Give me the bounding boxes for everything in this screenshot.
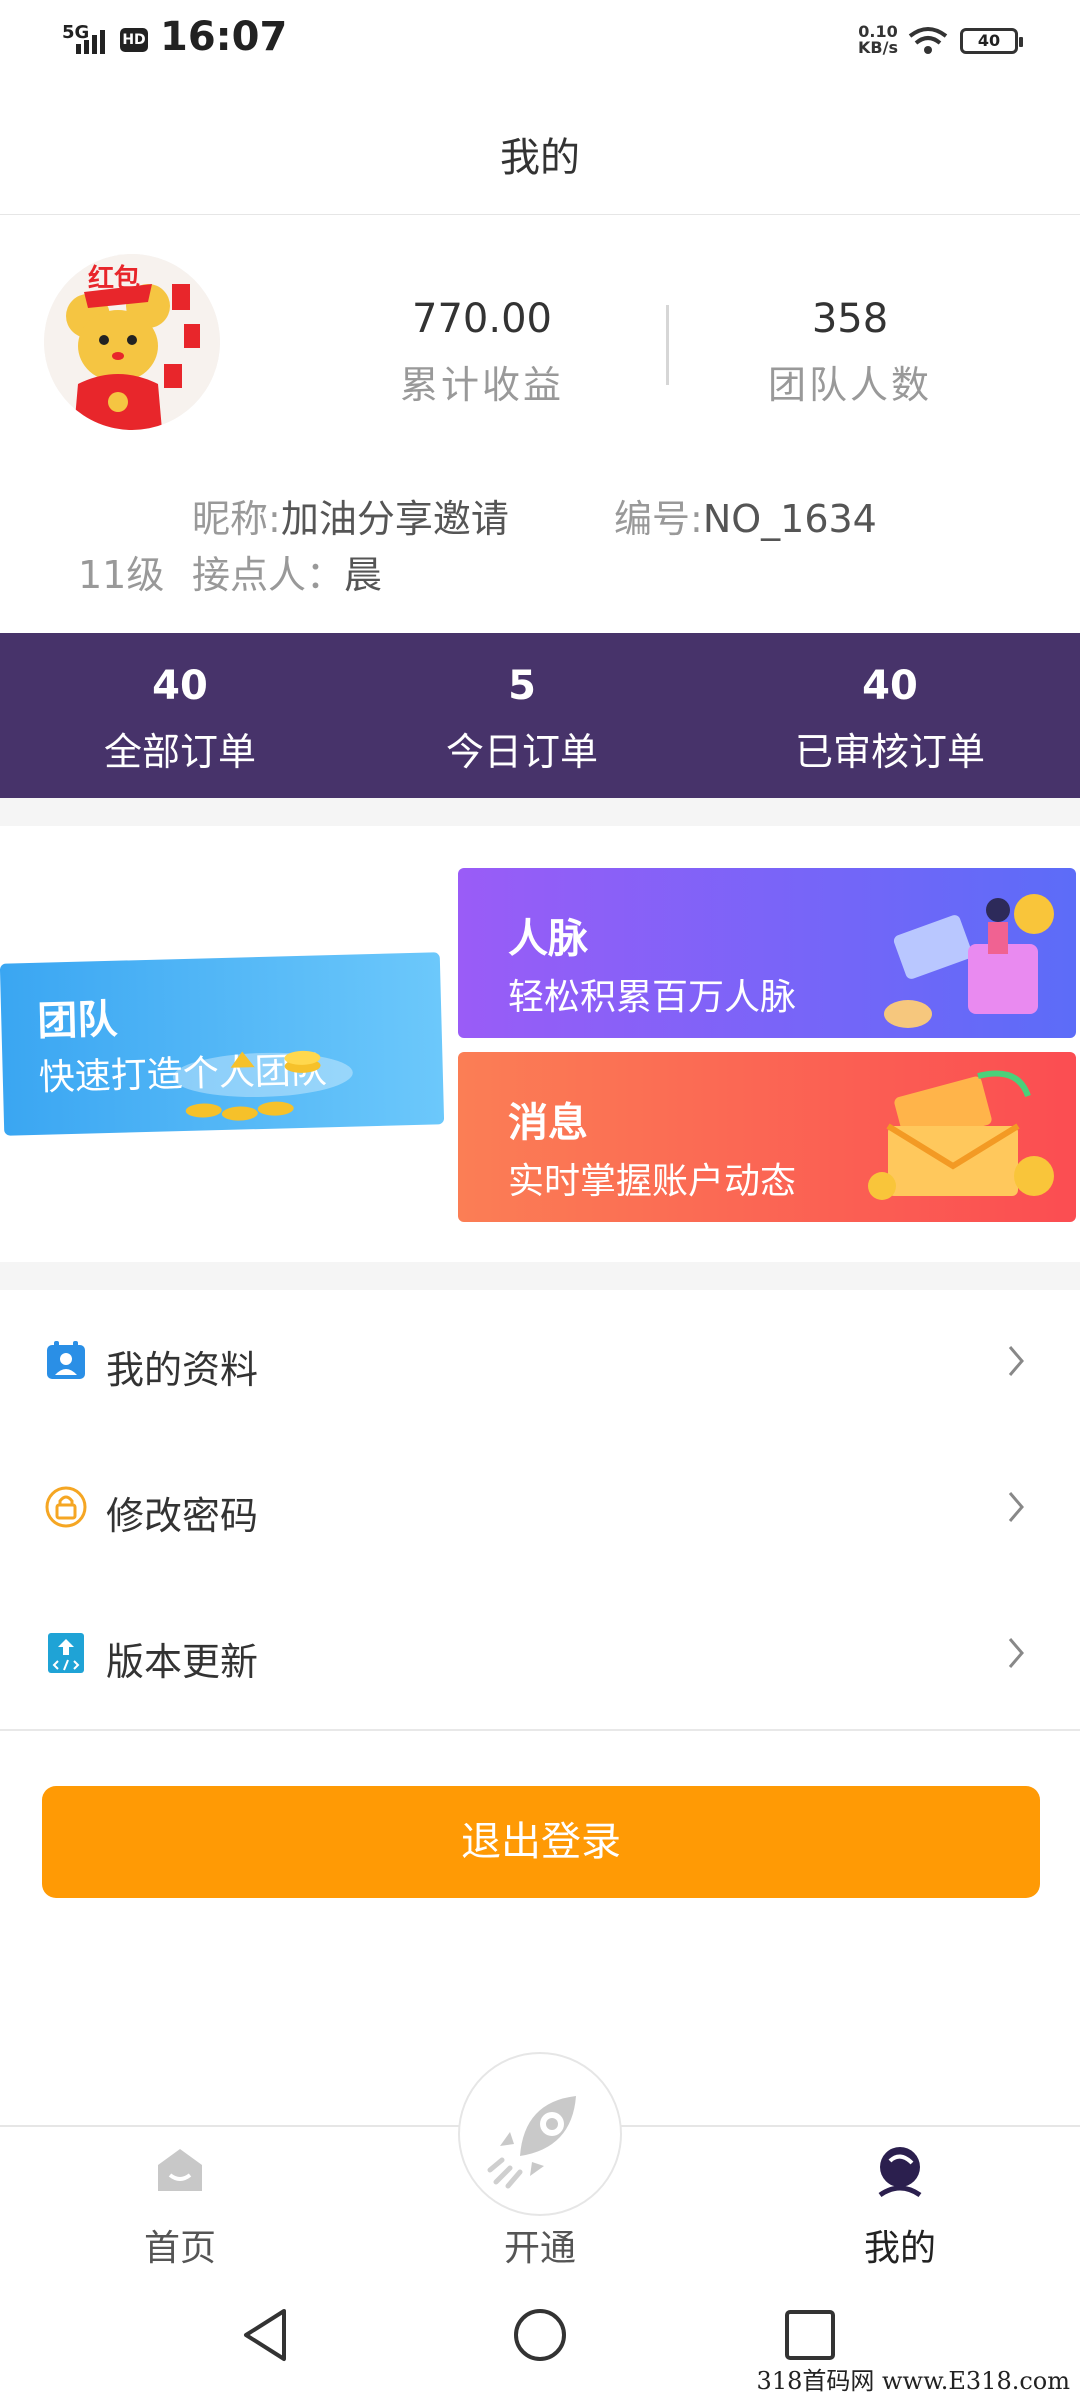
tab-home-label: 首页 — [143, 2228, 216, 2269]
section-gap — [0, 1262, 1080, 1290]
referrer-row: 接点人：晨 — [192, 544, 382, 599]
menu-label-profile: 我的资料 — [106, 1348, 259, 1392]
wifi-icon — [908, 27, 948, 54]
avatar-text: 红包 — [88, 264, 141, 294]
activate-fab[interactable] — [458, 2052, 622, 2216]
earnings-value: 770.00 — [412, 296, 552, 342]
watermark: 318首码网 www.E318.com — [756, 2367, 1070, 2395]
stat-divider — [666, 305, 669, 385]
tab-mine[interactable]: 我的 — [800, 2127, 1000, 2269]
system-nav-bar: 318首码网 www.E318.com — [0, 2265, 1080, 2400]
coins-illustration-icon — [172, 1050, 353, 1121]
hd-icon: HD — [120, 28, 148, 52]
approved-orders-count: 40 — [862, 663, 918, 709]
member-id-row: 编号:NO_1634 — [614, 488, 877, 543]
contacts-card-title: 人脉 — [508, 916, 588, 962]
gift-box-illustration-icon — [868, 1070, 1054, 1200]
avatar[interactable]: 红包 — [44, 254, 220, 430]
clock: 16:07 — [160, 14, 288, 60]
chevron-right-icon — [1008, 1638, 1024, 1668]
level-badge: 11级 — [78, 544, 164, 599]
chevron-right-icon — [1008, 1346, 1024, 1376]
menu-label-password: 修改密码 — [106, 1494, 259, 1538]
all-orders[interactable]: 40 全部订单 — [0, 633, 360, 798]
nickname-label: 昵称: — [192, 497, 281, 541]
recents-icon[interactable] — [784, 2309, 836, 2361]
team-count-value: 358 — [811, 296, 889, 342]
menu-label-update: 版本更新 — [106, 1640, 259, 1684]
tab-activate-label: 开通 — [503, 2228, 576, 2269]
signal-icon — [76, 30, 105, 54]
logout-button[interactable]: 退出登录 — [42, 1786, 1040, 1898]
referrer-label: 接点人： — [192, 553, 345, 597]
tab-home[interactable]: 首页 — [80, 2127, 280, 2269]
home-circle-icon[interactable] — [512, 2307, 568, 2363]
battery-icon: 40 — [960, 28, 1023, 54]
menu-item-update[interactable]: 版本更新 — [0, 1583, 1080, 1731]
messages-card-title: 消息 — [508, 1100, 588, 1146]
home-icon — [158, 2149, 202, 2191]
rocket-icon — [487, 2096, 576, 2189]
speed-unit: KB/s — [858, 38, 898, 57]
approved-orders-label: 已审核订单 — [794, 730, 985, 774]
member-id-label: 编号: — [614, 497, 703, 541]
level-value: 11级 — [78, 553, 165, 597]
today-orders-label: 今日订单 — [445, 730, 598, 774]
messages-card-subtitle: 实时掌握账户动态 — [508, 1161, 797, 1202]
contacts-card-subtitle: 轻松积累百万人脉 — [508, 977, 797, 1018]
referrer-value: 晨 — [344, 553, 383, 597]
status-bar: 5G HD 16:07 0.10 KB/s 40 — [0, 0, 1080, 80]
member-id-value: NO_1634 — [702, 497, 877, 541]
lock-icon — [45, 1486, 87, 1528]
page-title: 我的 — [500, 135, 580, 181]
earnings-label: 累计收益 — [399, 363, 564, 407]
team-card-title: 团队 — [36, 996, 118, 1045]
messages-card[interactable]: 消息 实时掌握账户动态 — [458, 1052, 1076, 1222]
update-icon — [48, 1633, 84, 1673]
menu-item-profile[interactable]: 我的资料 — [0, 1291, 1080, 1439]
chevron-right-icon — [1008, 1492, 1024, 1522]
tab-mine-label: 我的 — [863, 2228, 936, 2269]
profile-card-icon — [47, 1341, 85, 1379]
user-icon — [878, 2147, 922, 2198]
all-orders-label: 全部订单 — [103, 730, 256, 774]
today-orders-count: 5 — [508, 663, 536, 709]
people-network-illustration-icon — [884, 894, 1054, 1028]
nickname-value: 加油分享邀请 — [280, 497, 509, 541]
contacts-card[interactable]: 人脉 轻松积累百万人脉 — [458, 868, 1076, 1038]
orders-summary: 40 全部订单 5 今日订单 40 已审核订单 — [0, 633, 1080, 798]
header: 我的 — [0, 80, 1080, 215]
team-card[interactable]: 团队 快速打造个人团队 — [0, 952, 445, 1136]
all-orders-count: 40 — [152, 663, 208, 709]
menu-item-password[interactable]: 修改密码 — [0, 1437, 1080, 1585]
today-orders[interactable]: 5 今日订单 — [342, 633, 702, 798]
network-speed: 0.10 KB/s — [858, 24, 898, 56]
nickname-row: 昵称:加油分享邀请 — [192, 488, 509, 543]
back-icon[interactable] — [240, 2307, 290, 2363]
section-gap — [0, 798, 1080, 826]
team-count-label: 团队人数 — [767, 363, 932, 407]
approved-orders[interactable]: 40 已审核订单 — [710, 633, 1070, 798]
